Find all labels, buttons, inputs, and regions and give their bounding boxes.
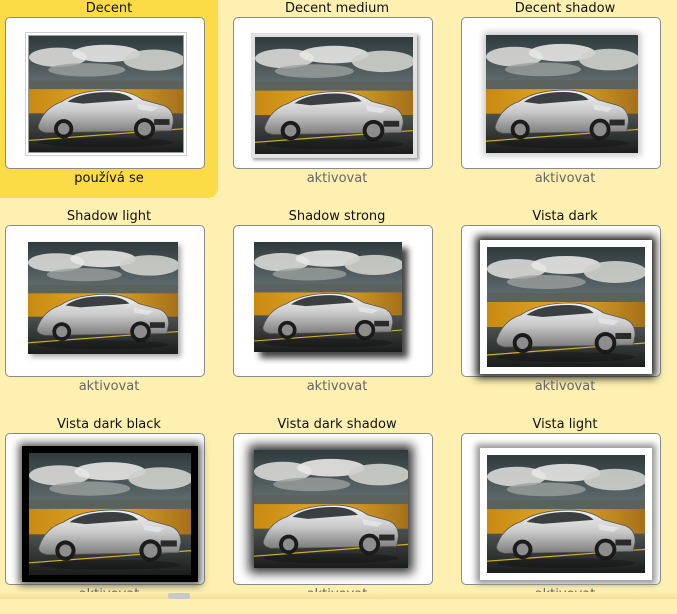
style-title: Vista dark xyxy=(532,209,598,224)
style-card-decent-medium[interactable]: Decent medium aktivovat xyxy=(228,0,446,198)
style-title: Vista dark shadow xyxy=(277,417,397,432)
style-card-decent[interactable]: Decent používá se xyxy=(0,0,218,198)
style-gallery: Decent používá se Decent medium aktivova… xyxy=(0,0,677,602)
style-card-vista-dark-shadow[interactable]: Vista dark shadow aktivovat xyxy=(228,416,446,614)
style-title: Shadow light xyxy=(66,209,152,224)
style-card-shadow-strong[interactable]: Shadow strong aktivovat xyxy=(228,208,446,406)
style-title: Decent medium xyxy=(284,1,390,16)
car-preview-image xyxy=(480,448,652,580)
activate-link[interactable]: aktivovat xyxy=(0,379,218,395)
car-preview-image xyxy=(28,35,184,153)
preview-frame[interactable] xyxy=(461,225,661,377)
style-card-vista-dark-black[interactable]: Vista dark black aktivovat xyxy=(0,416,218,614)
scroll-indicator[interactable] xyxy=(168,593,190,599)
style-card-decent-shadow[interactable]: Decent shadow aktivovat xyxy=(456,0,674,198)
car-preview-image xyxy=(254,450,408,568)
preview-frame[interactable] xyxy=(233,17,433,169)
car-preview-image xyxy=(254,242,402,352)
in-use-label: používá se xyxy=(74,171,144,186)
preview-frame[interactable] xyxy=(233,225,433,377)
car-preview-image xyxy=(251,33,417,158)
car-preview-image xyxy=(480,240,652,374)
style-card-shadow-light[interactable]: Shadow light aktivovat xyxy=(0,208,218,406)
preview-frame[interactable] xyxy=(5,433,205,585)
style-title: Decent xyxy=(85,1,133,16)
activate-link[interactable]: aktivovat xyxy=(456,171,674,187)
style-card-vista-light[interactable]: Vista light aktivovat xyxy=(456,416,674,614)
preview-frame[interactable] xyxy=(5,17,205,169)
preview-frame[interactable] xyxy=(461,17,661,169)
activate-link[interactable]: aktivovat xyxy=(228,379,446,395)
car-preview-image xyxy=(486,35,638,153)
car-preview-image xyxy=(28,242,178,354)
style-title: Vista light xyxy=(532,417,598,432)
activate-link[interactable]: aktivovat xyxy=(228,171,446,187)
preview-frame[interactable] xyxy=(233,433,433,585)
car-preview-image xyxy=(22,446,198,582)
style-card-vista-dark[interactable]: Vista dark aktivovat xyxy=(456,208,674,406)
preview-frame[interactable] xyxy=(461,433,661,585)
style-title: Vista dark black xyxy=(57,417,161,432)
activate-link[interactable]: aktivovat xyxy=(456,379,674,395)
style-title: Shadow strong xyxy=(288,209,386,224)
preview-frame[interactable] xyxy=(5,225,205,377)
scroll-cutoff xyxy=(0,592,677,599)
style-title: Decent shadow xyxy=(514,1,616,16)
